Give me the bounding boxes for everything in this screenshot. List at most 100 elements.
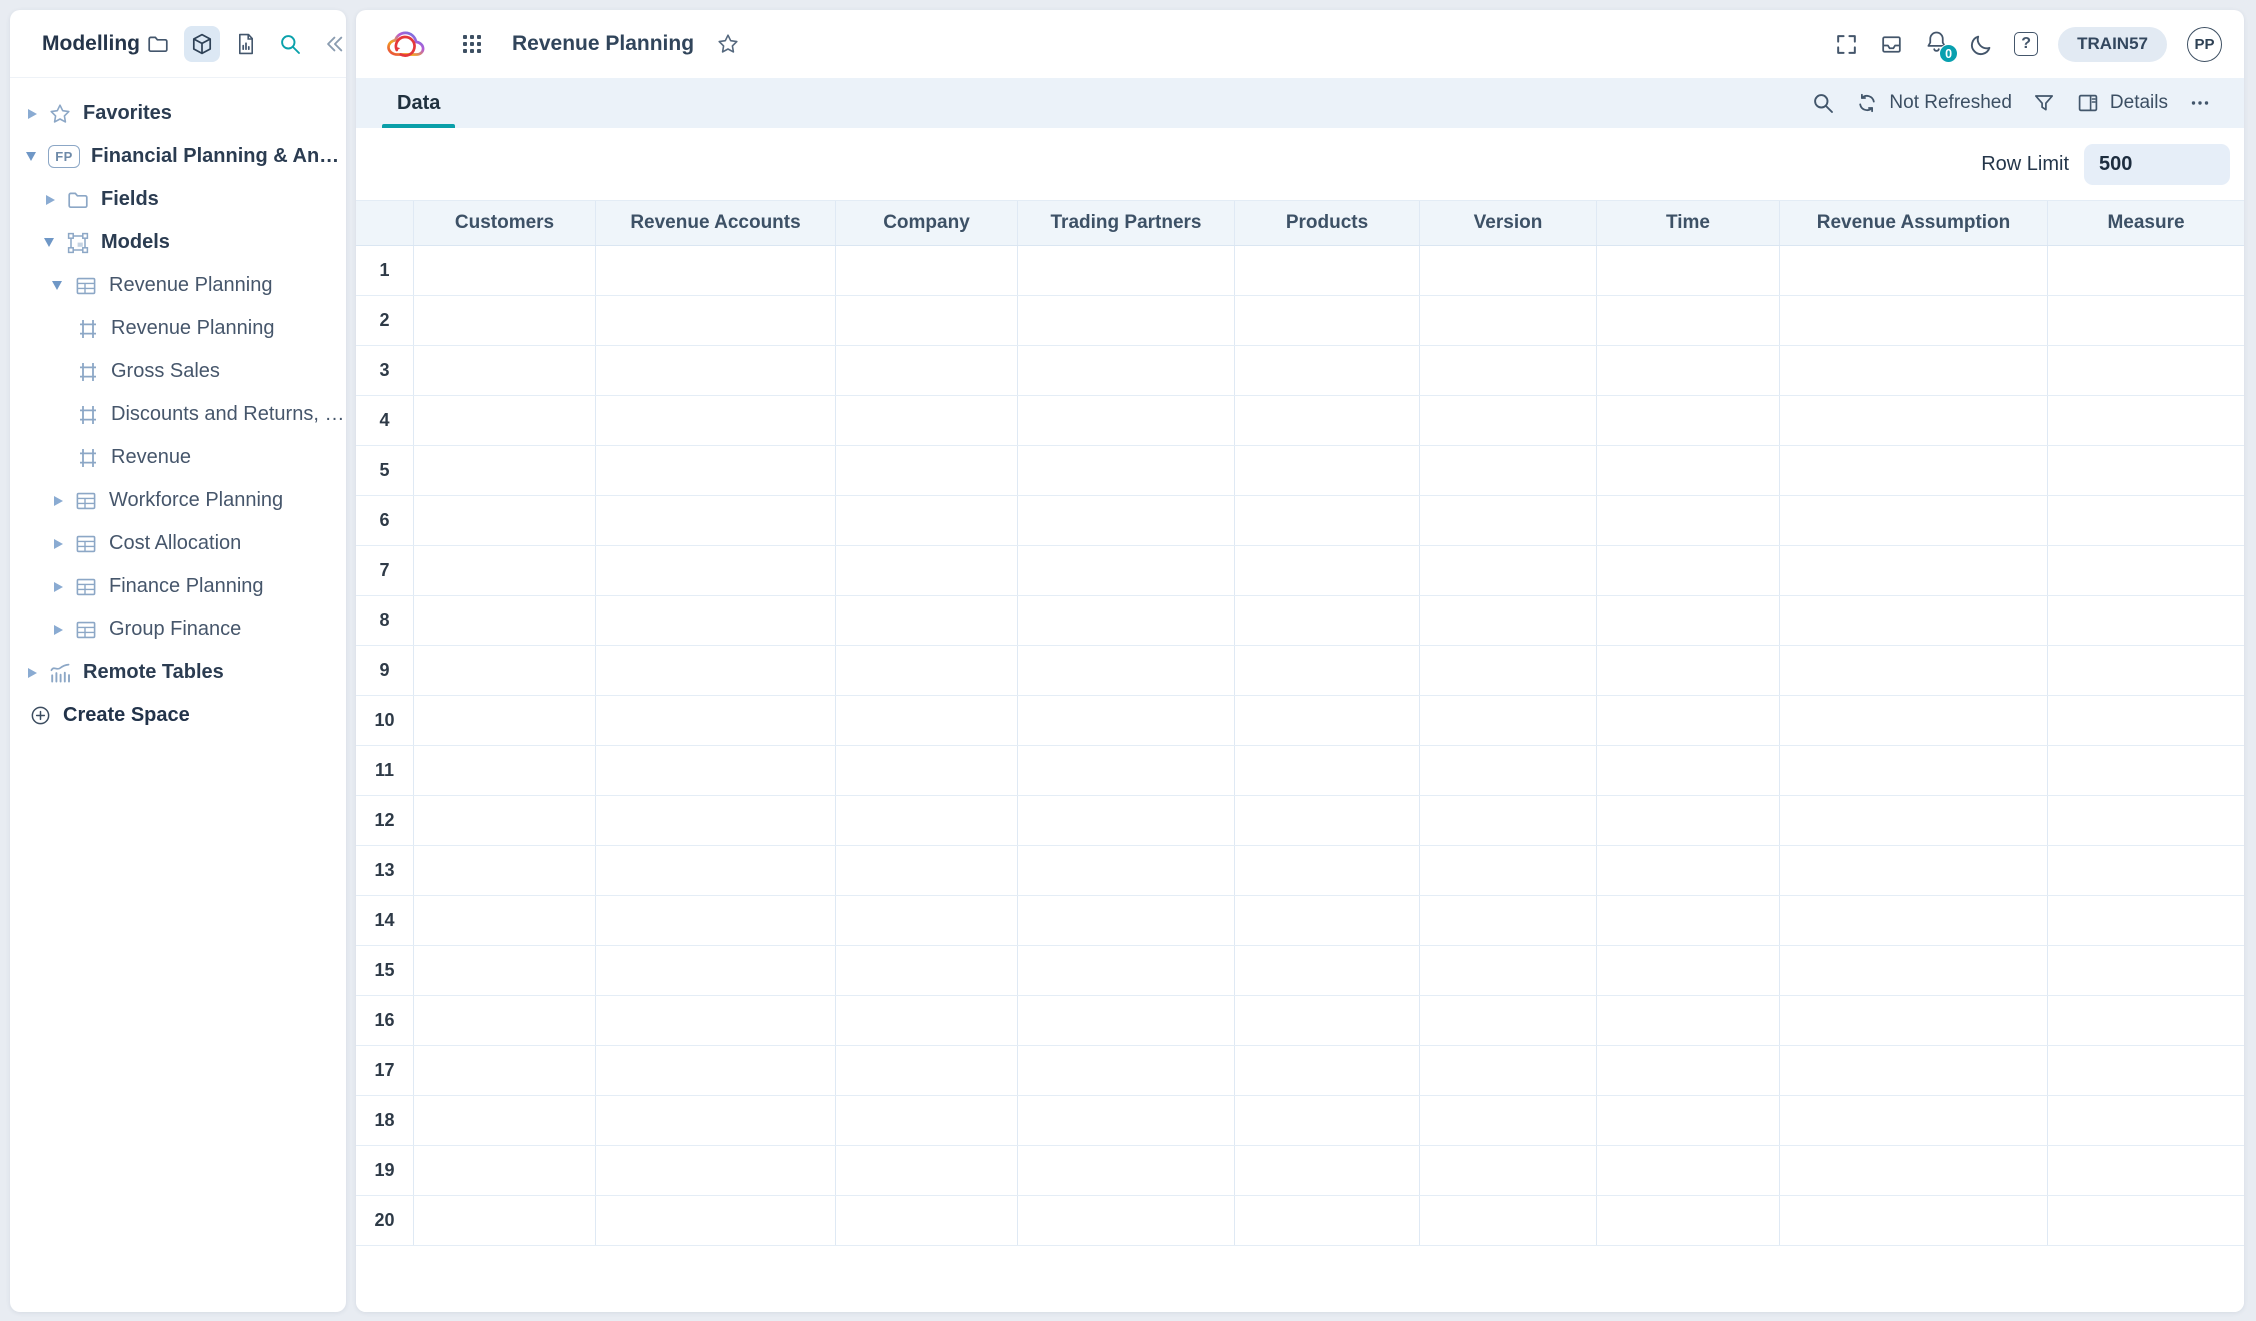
- table-cell[interactable]: [836, 1046, 1018, 1095]
- table-cell[interactable]: [1780, 346, 2048, 395]
- table-cell[interactable]: [1018, 296, 1235, 345]
- table-cell[interactable]: [414, 546, 596, 595]
- table-cell[interactable]: [2048, 346, 2244, 395]
- table-cell[interactable]: [1780, 1196, 2048, 1245]
- table-cell[interactable]: [1235, 1146, 1420, 1195]
- table-cell[interactable]: [596, 1146, 836, 1195]
- row-limit-input[interactable]: [2084, 144, 2230, 185]
- table-cell[interactable]: [1780, 1046, 2048, 1095]
- table-cell[interactable]: [1780, 896, 2048, 945]
- table-cell[interactable]: [1597, 1046, 1780, 1095]
- grid-search-icon[interactable]: [1811, 91, 1835, 115]
- app-grid-icon[interactable]: [460, 32, 484, 56]
- table-cell[interactable]: [596, 496, 836, 545]
- table-cell[interactable]: [1780, 696, 2048, 745]
- table-cell[interactable]: [836, 596, 1018, 645]
- table-cell[interactable]: [2048, 646, 2244, 695]
- table-cell[interactable]: [1018, 1096, 1235, 1145]
- expand-arrow-icon[interactable]: [52, 625, 74, 635]
- table-cell[interactable]: [414, 396, 596, 445]
- table-cell[interactable]: [836, 296, 1018, 345]
- table-cell[interactable]: [596, 746, 836, 795]
- user-avatar[interactable]: PP: [2187, 27, 2222, 62]
- table-cell[interactable]: [596, 796, 836, 845]
- table-cell[interactable]: [1420, 846, 1597, 895]
- inbox-icon[interactable]: [1879, 32, 1904, 57]
- table-cell[interactable]: [596, 996, 836, 1045]
- details-button[interactable]: Details: [2076, 91, 2168, 115]
- row-number[interactable]: 14: [356, 896, 414, 945]
- tree-item-revenue-planning[interactable]: Revenue Planning: [10, 307, 346, 350]
- table-cell[interactable]: [1597, 596, 1780, 645]
- expand-arrow-icon[interactable]: [52, 582, 74, 592]
- row-number[interactable]: 19: [356, 1146, 414, 1195]
- table-cell[interactable]: [836, 696, 1018, 745]
- table-cell[interactable]: [1597, 546, 1780, 595]
- table-cell[interactable]: [1420, 996, 1597, 1045]
- table-cell[interactable]: [1597, 446, 1780, 495]
- fullscreen-icon[interactable]: [1834, 32, 1859, 57]
- table-cell[interactable]: [1780, 996, 2048, 1045]
- table-cell[interactable]: [1235, 246, 1420, 295]
- column-header-version[interactable]: Version: [1420, 201, 1597, 245]
- row-number[interactable]: 1: [356, 246, 414, 295]
- tree-item-financial-planning-analysis[interactable]: FPFinancial Planning & Analysis: [10, 135, 346, 178]
- table-cell[interactable]: [1597, 896, 1780, 945]
- table-cell[interactable]: [1018, 696, 1235, 745]
- table-cell[interactable]: [1420, 646, 1597, 695]
- row-number[interactable]: 8: [356, 596, 414, 645]
- table-cell[interactable]: [836, 746, 1018, 795]
- table-cell[interactable]: [1420, 1046, 1597, 1095]
- tree-item-revenue-planning[interactable]: Revenue Planning: [10, 264, 346, 307]
- table-cell[interactable]: [1235, 846, 1420, 895]
- table-cell[interactable]: [1597, 1196, 1780, 1245]
- table-cell[interactable]: [836, 246, 1018, 295]
- table-cell[interactable]: [1597, 696, 1780, 745]
- table-cell[interactable]: [1235, 646, 1420, 695]
- table-cell[interactable]: [414, 446, 596, 495]
- table-cell[interactable]: [1018, 546, 1235, 595]
- table-cell[interactable]: [1235, 746, 1420, 795]
- table-cell[interactable]: [2048, 1046, 2244, 1095]
- table-cell[interactable]: [1597, 1096, 1780, 1145]
- table-cell[interactable]: [1235, 896, 1420, 945]
- table-cell[interactable]: [414, 846, 596, 895]
- table-cell[interactable]: [1597, 396, 1780, 445]
- table-cell[interactable]: [1420, 796, 1597, 845]
- table-cell[interactable]: [596, 446, 836, 495]
- expand-arrow-icon[interactable]: [26, 109, 48, 119]
- table-cell[interactable]: [596, 346, 836, 395]
- table-cell[interactable]: [1420, 346, 1597, 395]
- column-header-trading-partners[interactable]: Trading Partners: [1018, 201, 1235, 245]
- expand-arrow-icon[interactable]: [26, 152, 48, 161]
- table-cell[interactable]: [1235, 296, 1420, 345]
- row-number[interactable]: 2: [356, 296, 414, 345]
- table-cell[interactable]: [1018, 796, 1235, 845]
- table-cell[interactable]: [1018, 896, 1235, 945]
- table-cell[interactable]: [1780, 496, 2048, 545]
- folders-button[interactable]: [140, 26, 176, 62]
- table-cell[interactable]: [1420, 496, 1597, 545]
- table-cell[interactable]: [2048, 496, 2244, 545]
- table-cell[interactable]: [2048, 1096, 2244, 1145]
- table-cell[interactable]: [1780, 546, 2048, 595]
- tree-item-fields[interactable]: Fields: [10, 178, 346, 221]
- table-cell[interactable]: [1018, 346, 1235, 395]
- table-cell[interactable]: [1420, 946, 1597, 995]
- table-cell[interactable]: [1018, 496, 1235, 545]
- tab-data[interactable]: Data: [382, 78, 455, 128]
- more-options-icon[interactable]: [2188, 91, 2212, 115]
- table-cell[interactable]: [1018, 646, 1235, 695]
- table-cell[interactable]: [414, 1046, 596, 1095]
- table-cell[interactable]: [2048, 746, 2244, 795]
- table-cell[interactable]: [414, 996, 596, 1045]
- table-cell[interactable]: [1420, 1196, 1597, 1245]
- table-cell[interactable]: [1235, 596, 1420, 645]
- model-report-button[interactable]: [228, 26, 264, 62]
- table-cell[interactable]: [414, 896, 596, 945]
- table-cell[interactable]: [2048, 446, 2244, 495]
- table-cell[interactable]: [1780, 1096, 2048, 1145]
- expand-arrow-icon[interactable]: [52, 496, 74, 506]
- column-header-revenue-accounts[interactable]: Revenue Accounts: [596, 201, 836, 245]
- row-number[interactable]: 16: [356, 996, 414, 1045]
